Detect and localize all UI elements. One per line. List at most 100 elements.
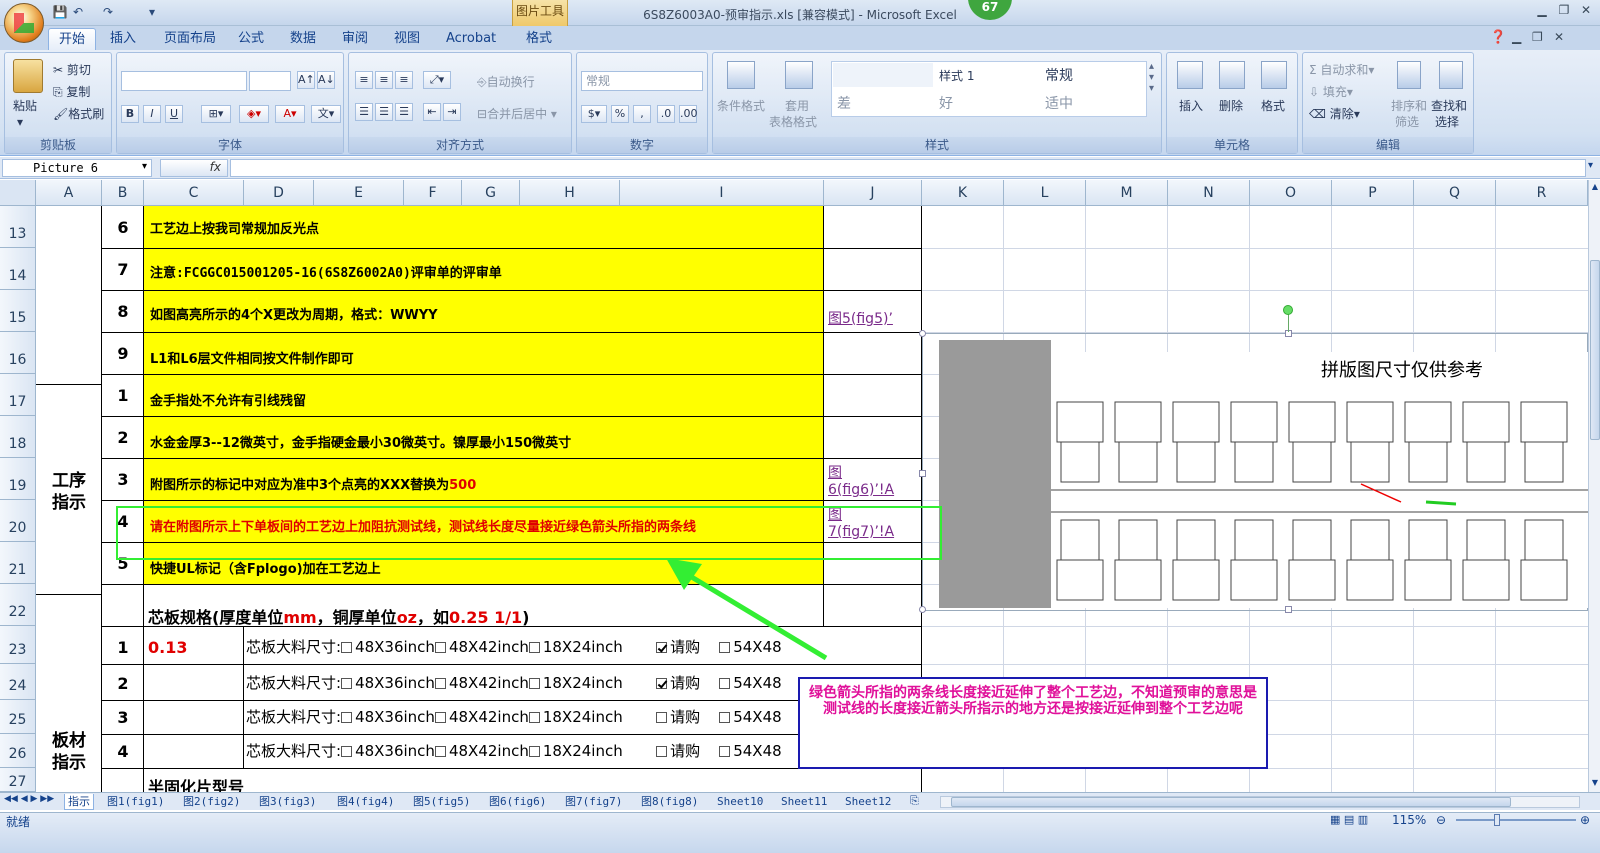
expand-formula-bar-icon[interactable]: ▾ [1588, 160, 1593, 171]
instruction-text[interactable]: 工艺边上按我司常规加反光点 [144, 218, 824, 237]
horizontal-scroll-thumb[interactable] [951, 797, 1511, 807]
sheet-tab[interactable]: 图5(fig5) [410, 794, 473, 810]
sort-filter-button[interactable]: 排序和 [1391, 97, 1427, 114]
align-center-icon[interactable]: ☰ [375, 103, 393, 121]
zoom-level[interactable]: 115% [1392, 813, 1426, 827]
italic-button[interactable]: I [143, 105, 161, 123]
sheet-tab[interactable]: Sheet12 [842, 794, 894, 810]
checkbox-48x42[interactable] [434, 678, 446, 689]
review-comment-box[interactable]: 绿色箭头所指的两条线长度接近延伸了整个工艺边，不知道预审的意思是测试线的长度接近… [798, 677, 1268, 769]
style-blank[interactable] [833, 63, 933, 87]
row-header[interactable]: 27 [0, 768, 36, 792]
column-header[interactable]: H [520, 180, 620, 206]
office-button[interactable] [4, 3, 44, 43]
align-middle-icon[interactable]: ≡ [375, 71, 393, 89]
item-number[interactable]: 6 [102, 218, 144, 237]
column-header[interactable]: Q [1414, 180, 1496, 206]
gallery-scroll-icon[interactable]: ▴ ▾ ▾ [1149, 61, 1154, 94]
embedded-picture[interactable]: 拼版图尺寸仅供参考 [919, 330, 1588, 613]
checkbox-purchase[interactable] [656, 678, 668, 689]
orientation-icon[interactable]: ⤢▾ [423, 71, 451, 89]
sheet-nav-icon[interactable]: ◀◀ ◀ ▶ ▶▶ [4, 794, 54, 804]
checkbox-48x36[interactable] [341, 678, 353, 689]
column-header[interactable]: M [1086, 180, 1168, 206]
zoom-out-icon[interactable]: ⊖ [1436, 813, 1446, 827]
cut-button[interactable]: ✂ 剪切 [53, 61, 91, 78]
delete-cells-button[interactable]: 删除 [1219, 97, 1243, 114]
format-as-table-icon[interactable] [785, 61, 813, 89]
insert-cells-button[interactable]: 插入 [1179, 97, 1203, 114]
underline-button[interactable]: U [165, 105, 183, 123]
checkbox-purchase[interactable] [656, 746, 668, 757]
scroll-down-icon[interactable]: ▼ [1590, 778, 1600, 788]
increase-decimal-icon[interactable]: .0 [657, 105, 675, 123]
name-box[interactable]: Picture 6 [2, 159, 152, 177]
checkbox-18x24[interactable] [528, 746, 540, 757]
column-header[interactable]: L [1004, 180, 1086, 206]
instruction-text[interactable]: 金手指处不允许有引线残留 [144, 390, 824, 409]
comma-style-icon[interactable]: , [633, 105, 651, 123]
font-color-icon[interactable]: A▾ [275, 105, 305, 123]
checkbox-54x48[interactable] [719, 746, 731, 757]
core-row-number[interactable]: 3 [102, 708, 144, 727]
conditional-format-icon[interactable] [727, 61, 755, 89]
ribbon-minimize-icon[interactable]: ▁ [1512, 30, 1521, 44]
currency-icon[interactable]: $▾ [581, 105, 607, 123]
checkbox-purchase[interactable] [656, 712, 668, 723]
style-neutral[interactable]: 适中 [1045, 93, 1073, 113]
help-icon[interactable]: ❓ [1490, 30, 1506, 45]
column-header[interactable]: B [102, 180, 144, 206]
tab-home[interactable]: 开始 [48, 28, 97, 50]
find-select-button-line2[interactable]: 选择 [1435, 113, 1459, 130]
item-number[interactable]: 9 [102, 344, 144, 363]
find-select-button[interactable]: 查找和 [1431, 97, 1467, 114]
zoom-slider-thumb[interactable] [1494, 814, 1500, 826]
tab-format[interactable]: 格式 [516, 28, 562, 50]
resize-handle[interactable] [919, 470, 926, 477]
number-format-select[interactable]: 常规 [581, 71, 703, 91]
name-box-dropdown-icon[interactable]: ▾ [142, 161, 147, 172]
row-header[interactable]: 17 [0, 374, 36, 416]
sort-filter-button-line2[interactable]: 筛选 [1395, 113, 1419, 130]
font-size-select[interactable] [249, 71, 291, 91]
row-header[interactable]: 18 [0, 416, 36, 458]
style-1[interactable]: 样式 1 [939, 67, 974, 84]
checkbox-54x48[interactable] [719, 678, 731, 689]
column-header[interactable]: A [36, 180, 102, 206]
tab-formulas[interactable]: 公式 [228, 28, 274, 50]
insert-cells-icon[interactable] [1177, 61, 1203, 89]
resize-handle[interactable] [919, 330, 926, 337]
tab-insert[interactable]: 插入 [100, 28, 146, 50]
figure-link-fig5[interactable]: 图5(fig5)’ [828, 308, 922, 328]
column-header[interactable]: N [1168, 180, 1250, 206]
style-normal[interactable]: 常规 [1045, 65, 1073, 85]
column-header[interactable]: P [1332, 180, 1414, 206]
find-select-icon[interactable] [1439, 61, 1463, 89]
phonetic-icon[interactable]: 文▾ [311, 105, 341, 123]
core-row-number[interactable]: 1 [102, 638, 144, 657]
column-header[interactable]: C [144, 180, 244, 206]
column-header[interactable]: D [244, 180, 314, 206]
checkbox-48x42[interactable] [434, 746, 446, 757]
column-header[interactable]: G [462, 180, 520, 206]
instruction-text[interactable]: 如图高亮所示的4个X更改为周期，格式：WWYY [144, 304, 824, 323]
resize-handle[interactable] [1285, 606, 1292, 613]
horizontal-scrollbar[interactable] [940, 796, 1580, 808]
resize-handle[interactable] [919, 606, 926, 613]
core-row-number[interactable]: 4 [102, 742, 144, 761]
item-number[interactable]: 2 [102, 428, 144, 447]
row-header[interactable]: 25 [0, 700, 36, 734]
zoom-in-icon[interactable]: ⊕ [1580, 813, 1590, 827]
tab-data[interactable]: 数据 [280, 28, 326, 50]
row-header[interactable]: 26 [0, 734, 36, 768]
checkbox-48x36[interactable] [341, 642, 353, 653]
column-header[interactable]: J [824, 180, 922, 206]
style-bad[interactable]: 差 [837, 93, 851, 113]
column-header[interactable]: I [620, 180, 824, 206]
align-right-icon[interactable]: ☰ [395, 103, 413, 121]
insert-sheet-icon[interactable]: ⎘ [910, 794, 919, 808]
format-as-table-button[interactable]: 套用 [785, 97, 809, 114]
copy-button[interactable]: ⎘ 复制 [53, 83, 90, 100]
checkbox-48x36[interactable] [341, 712, 353, 723]
item-number[interactable]: 3 [102, 470, 144, 489]
